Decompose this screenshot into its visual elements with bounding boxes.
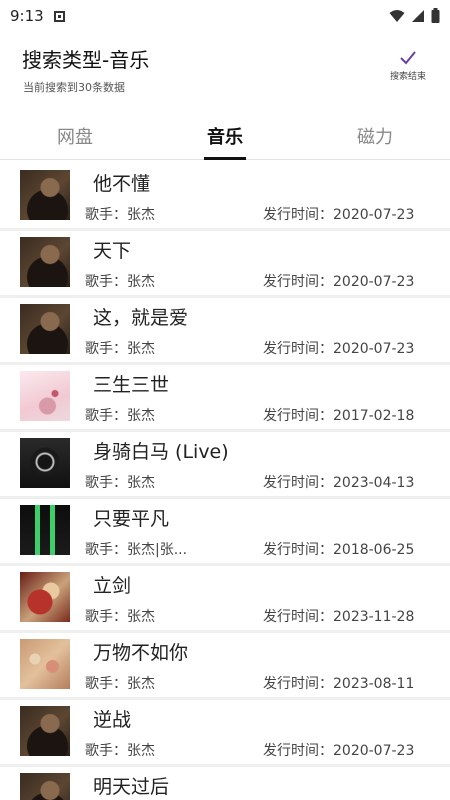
- tab-music[interactable]: 音乐: [150, 112, 300, 159]
- song-release-date: 发行时间：2023-08-11: [263, 676, 415, 692]
- song-title: 只要平凡: [93, 508, 170, 530]
- tab-magnet[interactable]: 磁力: [300, 112, 450, 159]
- song-singer: 歌手：张杰: [85, 341, 155, 357]
- song-singer: 歌手：张杰: [85, 274, 155, 290]
- battery-icon: [431, 8, 440, 23]
- album-cover: [20, 706, 70, 756]
- album-cover: [20, 639, 70, 689]
- result-count: 当前搜索到30条数据: [23, 81, 125, 94]
- song-release-date: 发行时间：2017-02-18: [263, 408, 415, 424]
- song-row[interactable]: 逆战 歌手：张杰 发行时间：2020-07-23: [0, 700, 450, 767]
- song-row[interactable]: 他不懂 歌手：张杰 发行时间：2020-07-23: [0, 164, 450, 231]
- status-bar: 9:13: [0, 0, 450, 32]
- album-cover: [20, 505, 70, 555]
- album-cover: [20, 773, 70, 800]
- song-title: 身骑白马 (Live): [93, 441, 229, 463]
- song-row[interactable]: 立剑 歌手：张杰 发行时间：2023-11-28: [0, 566, 450, 633]
- album-cover: [20, 572, 70, 622]
- album-cover: [20, 371, 70, 421]
- song-title: 立剑: [93, 575, 132, 597]
- page-title: 搜索类型-音乐: [22, 48, 150, 72]
- signal-icon: [412, 9, 424, 22]
- song-singer: 歌手：张杰: [85, 609, 155, 625]
- song-row[interactable]: 这，就是爱 歌手：张杰 发行时间：2020-07-23: [0, 298, 450, 365]
- song-release-date: 发行时间：2023-04-13: [263, 475, 415, 491]
- song-singer: 歌手：张杰|张...: [85, 542, 188, 558]
- wifi-icon: [389, 9, 405, 22]
- song-title: 这，就是爱: [93, 307, 189, 329]
- song-title: 三生三世: [93, 374, 170, 396]
- song-release-date: 发行时间：2020-07-23: [263, 274, 415, 290]
- song-release-date: 发行时间：2023-11-28: [263, 609, 415, 625]
- song-singer: 歌手：张杰: [85, 743, 155, 759]
- album-cover: [20, 304, 70, 354]
- status-time: 9:13: [10, 7, 44, 25]
- album-cover: [20, 438, 70, 488]
- song-release-date: 发行时间：2020-07-23: [263, 207, 415, 223]
- song-singer: 歌手：张杰: [85, 207, 155, 223]
- song-title: 万物不如你: [93, 642, 189, 664]
- song-row[interactable]: 只要平凡 歌手：张杰|张... 发行时间：2018-06-25: [0, 499, 450, 566]
- status-icons: [389, 8, 440, 23]
- song-release-date: 发行时间：2018-06-25: [263, 542, 415, 558]
- app-header: 搜索类型-音乐 当前搜索到30条数据 搜索结束: [0, 32, 450, 112]
- song-title: 明天过后: [93, 776, 170, 798]
- song-singer: 歌手：张杰: [85, 676, 155, 692]
- song-release-date: 发行时间：2020-07-23: [263, 743, 415, 759]
- song-title: 逆战: [93, 709, 132, 731]
- song-singer: 歌手：张杰: [85, 408, 155, 424]
- song-row[interactable]: 天下 歌手：张杰 发行时间：2020-07-23: [0, 231, 450, 298]
- song-singer: 歌手：张杰: [85, 475, 155, 491]
- tab-bar: 网盘 音乐 磁力: [0, 112, 450, 160]
- song-release-date: 发行时间：2020-07-23: [263, 341, 415, 357]
- song-list: 他不懂 歌手：张杰 发行时间：2020-07-23 天下 歌手：张杰 发行时间：…: [0, 164, 450, 800]
- album-cover: [20, 237, 70, 287]
- check-icon: [400, 51, 416, 65]
- notification-icon: [53, 10, 65, 22]
- song-title: 天下: [93, 240, 132, 262]
- finish-search-label: 搜索结束: [389, 72, 426, 82]
- tab-netdisk[interactable]: 网盘: [0, 112, 150, 159]
- song-row[interactable]: 明天过后: [0, 767, 450, 800]
- song-row[interactable]: 身骑白马 (Live) 歌手：张杰 发行时间：2023-04-13: [0, 432, 450, 499]
- finish-search-button[interactable]: 搜索结束: [382, 50, 434, 94]
- song-row[interactable]: 三生三世 歌手：张杰 发行时间：2017-02-18: [0, 365, 450, 432]
- song-row[interactable]: 万物不如你 歌手：张杰 发行时间：2023-08-11: [0, 633, 450, 700]
- song-title: 他不懂: [93, 173, 151, 195]
- album-cover: [20, 170, 70, 220]
